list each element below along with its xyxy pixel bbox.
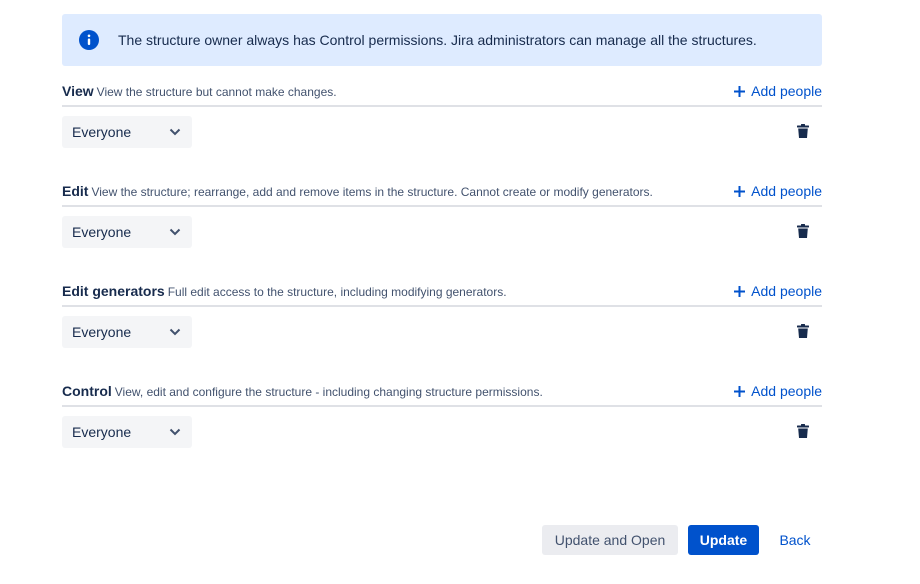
permission-section-view: View View the structure but cannot make c… — [62, 82, 822, 152]
section-title-text: Control — [62, 383, 112, 399]
info-banner: The structure owner always has Control p… — [62, 14, 822, 66]
trash-icon[interactable] — [797, 124, 809, 138]
chevron-down-icon — [169, 128, 181, 136]
permission-select[interactable]: Everyone — [62, 116, 192, 148]
section-title: Edit View the structure; rearrange, add a… — [62, 183, 653, 199]
add-people-label: Add people — [751, 383, 822, 399]
trash-icon[interactable] — [797, 324, 809, 338]
permission-section-edit-generators: Edit generators Full edit access to the s… — [62, 282, 822, 352]
section-header: Edit generators Full edit access to the s… — [62, 282, 822, 307]
section-title-text: View — [62, 83, 94, 99]
permission-select[interactable]: Everyone — [62, 216, 192, 248]
add-people-label: Add people — [751, 83, 822, 99]
section-title: View View the structure but cannot make c… — [62, 83, 337, 99]
trash-icon[interactable] — [797, 224, 809, 238]
select-value: Everyone — [72, 424, 132, 440]
section-description: View the structure; rearrange, add and r… — [91, 185, 653, 199]
section-title-text: Edit — [62, 183, 89, 199]
section-title: Edit generators Full edit access to the s… — [62, 283, 507, 299]
select-value: Everyone — [72, 124, 132, 140]
permission-select[interactable]: Everyone — [62, 316, 192, 348]
add-people-button[interactable]: Add people — [733, 182, 822, 200]
add-people-button[interactable]: Add people — [733, 382, 822, 400]
section-description: View the structure but cannot make chang… — [96, 85, 337, 99]
update-button[interactable]: Update — [688, 525, 759, 555]
select-value: Everyone — [72, 224, 132, 240]
permission-select[interactable]: Everyone — [62, 416, 192, 448]
chevron-down-icon — [169, 328, 181, 336]
add-people-button[interactable]: Add people — [733, 282, 822, 300]
add-people-button[interactable]: Add people — [733, 82, 822, 100]
plus-icon — [734, 385, 746, 397]
back-link[interactable]: Back — [771, 525, 819, 555]
chevron-down-icon — [169, 428, 181, 436]
chevron-down-icon — [169, 228, 181, 236]
section-header: View View the structure but cannot make c… — [62, 82, 822, 107]
select-value: Everyone — [72, 324, 132, 340]
section-header: Control View, edit and configure the stru… — [62, 382, 822, 407]
add-people-label: Add people — [751, 183, 822, 199]
section-header: Edit View the structure; rearrange, add a… — [62, 182, 822, 207]
trash-icon[interactable] — [797, 424, 809, 438]
add-people-label: Add people — [751, 283, 822, 299]
permission-section-edit: Edit View the structure; rearrange, add a… — [62, 182, 822, 252]
info-banner-text: The structure owner always has Control p… — [118, 32, 757, 48]
permission-section-control: Control View, edit and configure the stru… — [62, 382, 822, 452]
plus-icon — [734, 185, 746, 197]
info-icon — [79, 30, 99, 50]
update-and-open-button[interactable]: Update and Open — [542, 525, 678, 555]
section-title: Control View, edit and configure the stru… — [62, 383, 543, 399]
section-title-text: Edit generators — [62, 283, 165, 299]
plus-icon — [734, 85, 746, 97]
plus-icon — [734, 285, 746, 297]
section-description: Full edit access to the structure, inclu… — [167, 285, 507, 299]
section-description: View, edit and configure the structure -… — [114, 385, 543, 399]
